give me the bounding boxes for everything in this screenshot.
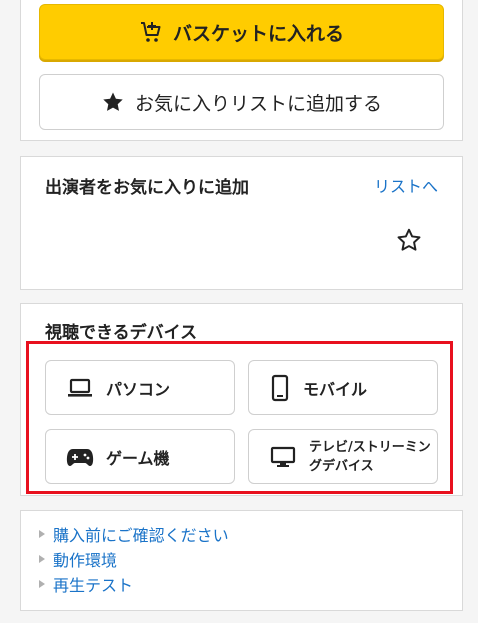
- add-to-cart-label: バスケットに入れる: [172, 22, 344, 45]
- purchase-panel: バスケットに入れる お気に入りリストに追加する: [20, 0, 463, 141]
- device-tv-button[interactable]: テレビ/ストリーミングデバイス: [248, 429, 438, 484]
- triangle-right-icon: [39, 579, 45, 588]
- link-system-requirements[interactable]: 動作環境: [39, 546, 229, 571]
- triangle-right-icon: [39, 554, 45, 563]
- favorites-list-link[interactable]: リストへ: [374, 173, 438, 197]
- smartphone-icon: [271, 374, 289, 401]
- star-outline-icon[interactable]: [396, 227, 422, 253]
- cast-favorites-title: 出演者をお気に入りに追加: [45, 178, 249, 198]
- cart-add-icon: [140, 22, 161, 42]
- info-link-list: 購入前にご確認ください 動作環境 再生テスト: [39, 521, 229, 596]
- device-mobile-label: モバイル: [303, 379, 368, 399]
- star-filled-icon: [103, 92, 123, 111]
- info-links-panel: 購入前にご確認ください 動作環境 再生テスト: [20, 510, 463, 611]
- laptop-icon: [68, 378, 92, 397]
- device-tv-label: テレビ/ストリーミングデバイス: [309, 439, 431, 474]
- add-to-cart-button[interactable]: バスケットに入れる: [39, 4, 444, 60]
- device-game-button[interactable]: ゲーム機: [45, 429, 235, 484]
- add-to-favorites-label: お気に入りリストに追加する: [134, 92, 382, 115]
- device-mobile-button[interactable]: モバイル: [248, 360, 438, 415]
- monitor-icon: [270, 446, 296, 467]
- triangle-right-icon: [39, 529, 45, 538]
- link-before-purchase[interactable]: 購入前にご確認ください: [39, 521, 229, 546]
- device-pc-button[interactable]: パソコン: [45, 360, 235, 415]
- cast-favorites-panel: 出演者をお気に入りに追加 リストへ: [20, 156, 463, 290]
- devices-panel: 視聴できるデバイス パソコン モバイル ゲーム機 テレビ/ストリーミングデバイス: [20, 303, 463, 496]
- device-game-label: ゲーム機: [106, 448, 170, 468]
- add-to-favorites-button[interactable]: お気に入りリストに追加する: [39, 74, 444, 130]
- device-pc-label: パソコン: [106, 379, 171, 399]
- gamepad-icon: [66, 448, 94, 466]
- devices-title: 視聴できるデバイス: [45, 323, 198, 343]
- link-playback-test[interactable]: 再生テスト: [39, 571, 229, 596]
